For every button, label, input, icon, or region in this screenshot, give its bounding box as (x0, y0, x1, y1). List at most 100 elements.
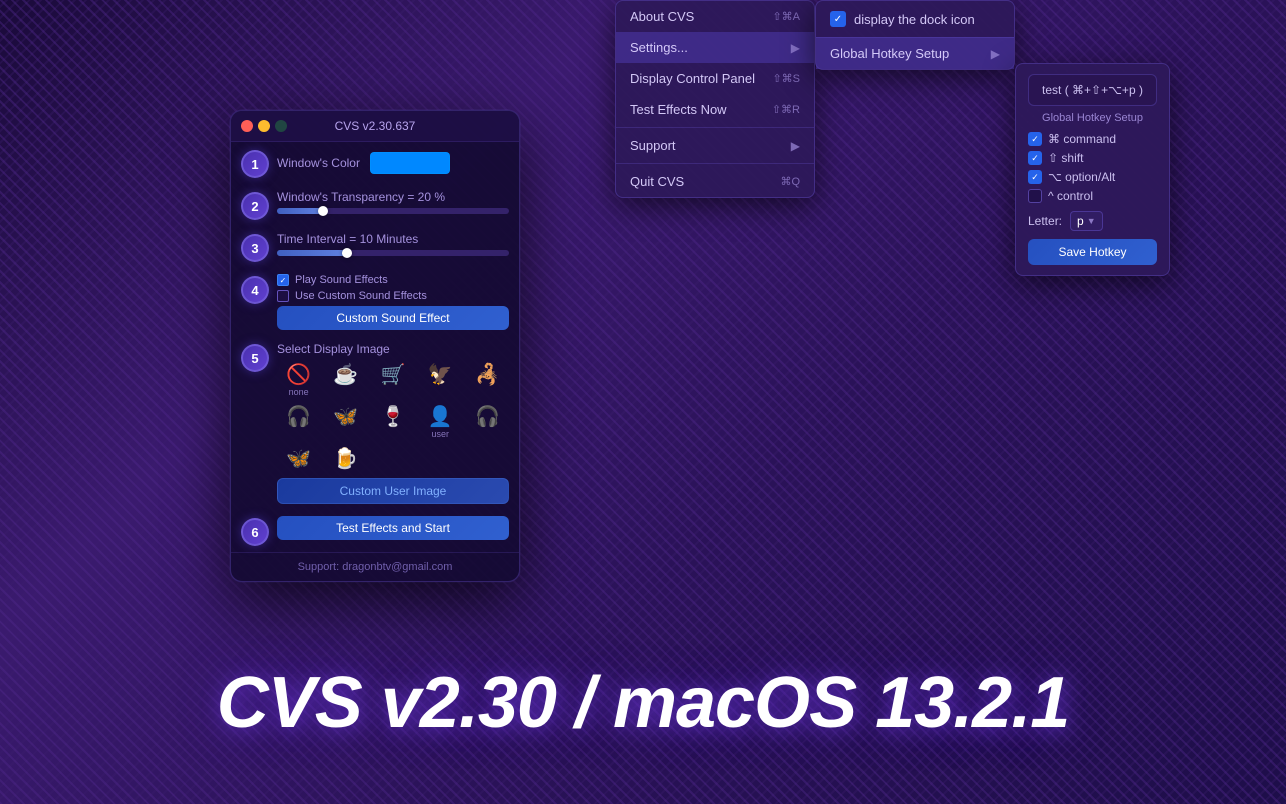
step-2-content: Window's Transparency = 20 % (277, 190, 509, 214)
main-menu: About CVS ⇧⌘A Settings... ▶ Display Cont… (615, 0, 815, 198)
step-2-circle: 2 (241, 192, 269, 220)
image-beer[interactable]: 🍺 (324, 446, 367, 472)
play-sound-row: Play Sound Effects (277, 274, 509, 286)
menu-item-display[interactable]: Display Control Panel ⇧⌘S (616, 63, 814, 94)
step-3-content: Time Interval = 10 Minutes (277, 232, 509, 256)
menu-item-quit[interactable]: Quit CVS ⌘Q (616, 166, 814, 197)
menu-item-about[interactable]: About CVS ⇧⌘A (616, 1, 814, 32)
step-6-content: Test Effects and Start (277, 516, 509, 540)
step-5-label: Select Display Image (277, 342, 509, 356)
play-sound-checkbox[interactable] (277, 274, 289, 286)
support-arrow: ▶ (791, 139, 800, 153)
image-user[interactable]: 👤 user (419, 404, 462, 442)
maximize-button[interactable] (275, 120, 287, 132)
transparency-slider[interactable] (277, 208, 509, 214)
coffee-icon: ☕ (333, 365, 358, 385)
image-eagle[interactable]: 🦅 (419, 362, 462, 400)
step-1-label: Window's Color (277, 156, 360, 170)
about-label: About CVS (630, 9, 694, 24)
letter-dropdown-icon: ▼ (1087, 216, 1096, 226)
custom-sound-effect-button[interactable]: Custom Sound Effect (277, 306, 509, 330)
butterfly-icon: 🦋 (333, 407, 358, 427)
beer-icon: 🍺 (333, 449, 358, 469)
global-hotkey-label: Global Hotkey Setup (830, 46, 949, 61)
step-2-label: Window's Transparency = 20 % (277, 190, 509, 204)
save-hotkey-button[interactable]: Save Hotkey (1028, 239, 1157, 265)
global-hotkey-item[interactable]: Global Hotkey Setup ▶ (816, 37, 1014, 69)
minimize-button[interactable] (258, 120, 270, 132)
step-6-circle: 6 (241, 518, 269, 546)
step-1-circle: 1 (241, 150, 269, 178)
display-label: Display Control Panel (630, 71, 755, 86)
image-headphones2[interactable]: 🎧 (466, 404, 509, 442)
quit-label: Quit CVS (630, 174, 684, 189)
quit-shortcut: ⌘Q (780, 175, 800, 188)
traffic-lights (241, 120, 287, 132)
custom-sound-label: Use Custom Sound Effects (295, 290, 427, 302)
image-coffee[interactable]: ☕ (324, 362, 367, 400)
letter-select[interactable]: p ▼ (1070, 211, 1103, 231)
option-checkbox[interactable]: ✓ (1028, 170, 1042, 184)
step-2-row: 2 Window's Transparency = 20 % (231, 184, 519, 226)
hotkey-shift-row: ✓ ⇧ shift (1028, 151, 1157, 165)
image-cart[interactable]: 🛒 (371, 362, 414, 400)
image-grid: 🚫 none ☕ 🛒 🦅 🦂 🎧 (277, 360, 509, 474)
step-6-row: 6 Test Effects and Start (231, 510, 519, 552)
menu-sep-2 (616, 163, 814, 164)
image-wine[interactable]: 🍷 (371, 404, 414, 442)
menu-sep-1 (616, 127, 814, 128)
eagle-icon: 🦅 (428, 365, 453, 385)
window-titlebar: CVS v2.30.637 (231, 111, 519, 142)
interval-slider[interactable] (277, 250, 509, 256)
color-swatch[interactable] (370, 152, 450, 174)
none-icon: 🚫 (286, 365, 311, 385)
step-1-content: Window's Color (277, 148, 509, 174)
image-scorpion[interactable]: 🦂 (466, 362, 509, 400)
support-label: Support: dragonbtv@gmail.com (298, 561, 453, 573)
about-shortcut: ⇧⌘A (772, 10, 800, 23)
menu-item-settings[interactable]: Settings... ▶ (616, 32, 814, 63)
command-label: ⌘ command (1048, 132, 1116, 146)
hotkey-option-row: ✓ ⌥ option/Alt (1028, 170, 1157, 184)
test-effects-button[interactable]: Test Effects and Start (277, 516, 509, 540)
shift-checkbox[interactable]: ✓ (1028, 151, 1042, 165)
hotkey-control-row: ^ control (1028, 189, 1157, 203)
custom-sound-row: Use Custom Sound Effects (277, 290, 509, 302)
dock-icon-item[interactable]: ✓ display the dock icon (816, 1, 1014, 37)
user-icon: 👤 (428, 407, 453, 427)
cart-icon: 🛒 (381, 365, 406, 385)
wine-icon: 🍷 (381, 407, 406, 427)
option-label: ⌥ option/Alt (1048, 170, 1115, 184)
custom-user-image-button[interactable]: Custom User Image (277, 478, 509, 504)
menu-item-test[interactable]: Test Effects Now ⇧⌘R (616, 94, 814, 125)
hotkey-command-row: ✓ ⌘ command (1028, 132, 1157, 146)
image-butterfly2[interactable]: 🦋 (277, 446, 320, 472)
command-checkbox[interactable]: ✓ (1028, 132, 1042, 146)
global-hotkey-arrow: ▶ (991, 47, 1000, 61)
hotkey-subtitle: Global Hotkey Setup (1028, 112, 1157, 124)
custom-sound-checkbox[interactable] (277, 290, 289, 302)
dock-icon-label: display the dock icon (854, 12, 975, 27)
menu-item-support[interactable]: Support ▶ (616, 130, 814, 161)
app-window: CVS v2.30.637 1 Window's Color 2 Window'… (230, 110, 520, 582)
letter-label-text: Letter: (1028, 214, 1062, 228)
image-butterfly[interactable]: 🦋 (324, 404, 367, 442)
step-3-circle: 3 (241, 234, 269, 262)
step-3-row: 3 Time Interval = 10 Minutes (231, 226, 519, 268)
window-title: CVS v2.30.637 (335, 119, 416, 133)
close-button[interactable] (241, 120, 253, 132)
test-label: Test Effects Now (630, 102, 727, 117)
support-menu-label: Support (630, 138, 676, 153)
hotkey-test-display: test ( ⌘+⇧+⌥+p ) (1028, 74, 1157, 106)
scorpion-icon: 🦂 (475, 365, 500, 385)
image-headphones[interactable]: 🎧 (277, 404, 320, 442)
step-4-row: 4 Play Sound Effects Use Custom Sound Ef… (231, 268, 519, 336)
headphones2-icon: 🎧 (475, 407, 500, 427)
step-4-circle: 4 (241, 276, 269, 304)
display-shortcut: ⇧⌘S (772, 72, 800, 85)
image-none[interactable]: 🚫 none (277, 362, 320, 400)
dock-icon-checkbox[interactable]: ✓ (830, 11, 846, 27)
letter-value: p (1077, 214, 1084, 228)
step-1-row: 1 Window's Color (231, 142, 519, 184)
control-checkbox[interactable] (1028, 189, 1042, 203)
